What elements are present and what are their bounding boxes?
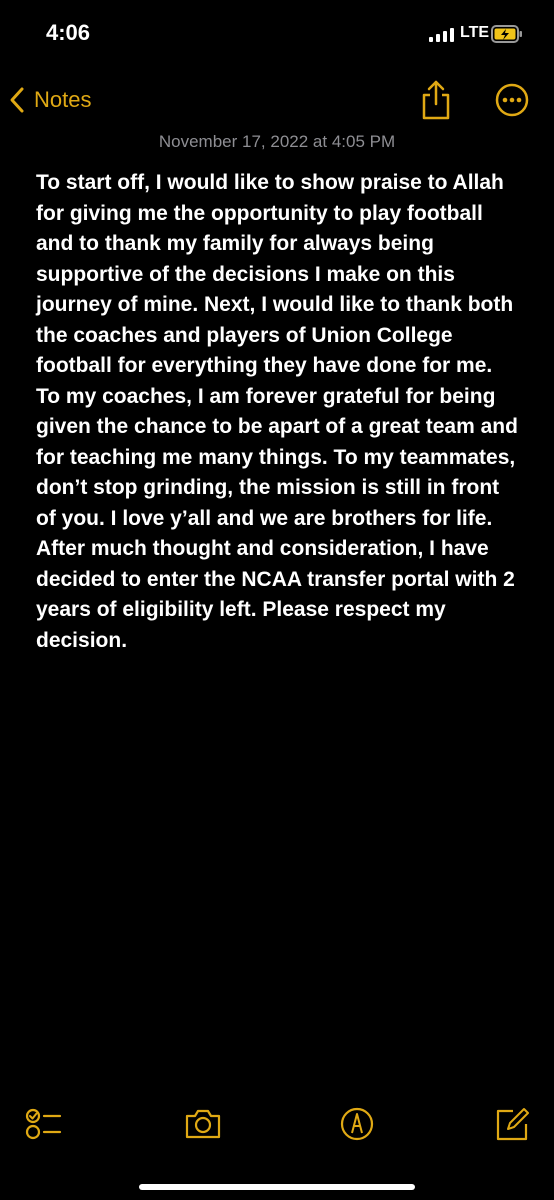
back-label: Notes [34,87,92,112]
checklist-icon[interactable] [24,1106,62,1142]
note-body[interactable]: To start off, I would like to show prais… [36,168,520,656]
more-icon[interactable] [494,82,530,118]
compose-icon[interactable] [493,1106,531,1142]
chevron-left-icon [10,87,24,113]
network-type: LTE [460,24,490,41]
bottom-toolbar [0,1100,554,1160]
markup-icon[interactable] [339,1106,375,1142]
battery-charging-icon [491,25,522,43]
navigation-bar: Notes [0,70,554,130]
status-time: 4:06 [46,20,91,45]
back-button[interactable]: Notes [8,80,91,120]
note-date: November 17, 2022 at 4:05 PM [158,132,396,151]
signal-strength-icon [429,28,454,42]
status-bar: 4:06 LTE [0,0,554,70]
share-icon[interactable] [418,78,454,122]
home-indicator[interactable] [139,1184,415,1190]
camera-icon[interactable] [183,1106,223,1142]
